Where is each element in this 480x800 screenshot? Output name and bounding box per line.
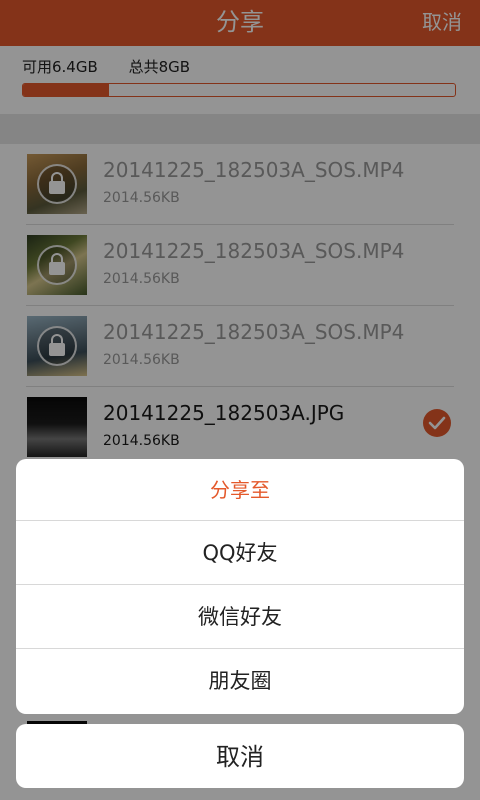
share-sheet: 分享至 QQ好友 微信好友 朋友圈 [16,459,464,714]
share-sheet-title: 分享至 [16,459,464,521]
share-option-qq-friends[interactable]: QQ好友 [16,521,464,585]
share-option-moments[interactable]: 朋友圈 [16,649,464,713]
share-option-wechat-friends[interactable]: 微信好友 [16,585,464,649]
share-cancel-button[interactable]: 取消 [16,724,464,788]
